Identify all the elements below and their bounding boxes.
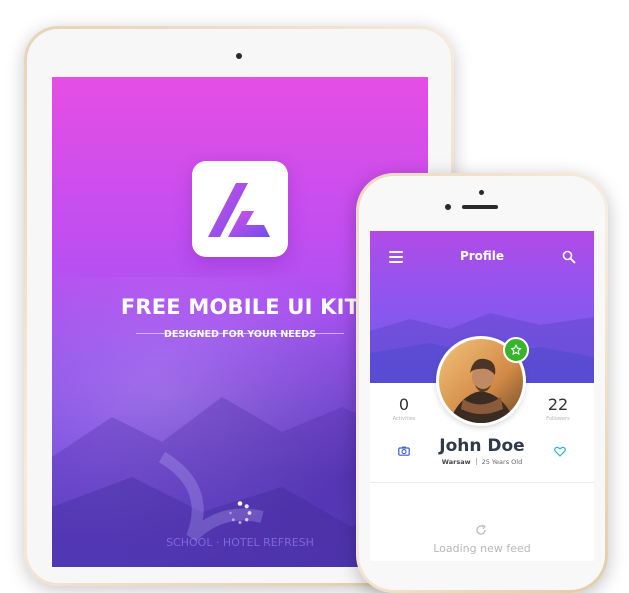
loading-feed-text: Loading new feed xyxy=(433,542,531,555)
phone-camera xyxy=(479,190,484,195)
refresh-icon[interactable] xyxy=(475,524,487,536)
tablet-camera xyxy=(236,53,242,59)
favorite-badge[interactable] xyxy=(503,337,529,363)
phone-speaker xyxy=(462,205,498,209)
stat-followers-value: 22 xyxy=(547,395,569,414)
heart-icon[interactable] xyxy=(554,446,566,457)
header-title: Profile xyxy=(459,249,505,263)
phone-screen: Profile 0 Activities 22 Followers John D… xyxy=(370,231,594,561)
profile-city: Warsaw xyxy=(441,458,471,466)
feed-divider xyxy=(370,482,594,483)
stat-activities-label: Activities xyxy=(392,416,416,422)
stat-followers[interactable]: 22 Followers xyxy=(528,395,588,422)
profile-age: 25 Years Old xyxy=(481,458,523,466)
stat-activities-value: 0 xyxy=(398,395,410,414)
search-icon[interactable] xyxy=(562,250,576,264)
camera-icon[interactable] xyxy=(398,446,410,456)
star-icon xyxy=(510,344,522,355)
kit-subtitle-text: DESIGNED FOR YOUR NEEDS xyxy=(164,329,316,340)
meta-separator xyxy=(475,458,477,465)
stat-followers-label: Followers xyxy=(546,416,570,422)
phone-sensor xyxy=(445,204,451,210)
stat-activities[interactable]: 0 Activities xyxy=(374,395,434,422)
spinner-icon xyxy=(229,501,252,524)
profile-meta: Warsaw 25 Years Old xyxy=(370,458,594,466)
app-logo xyxy=(192,161,288,257)
app-logo-icon xyxy=(208,183,270,237)
